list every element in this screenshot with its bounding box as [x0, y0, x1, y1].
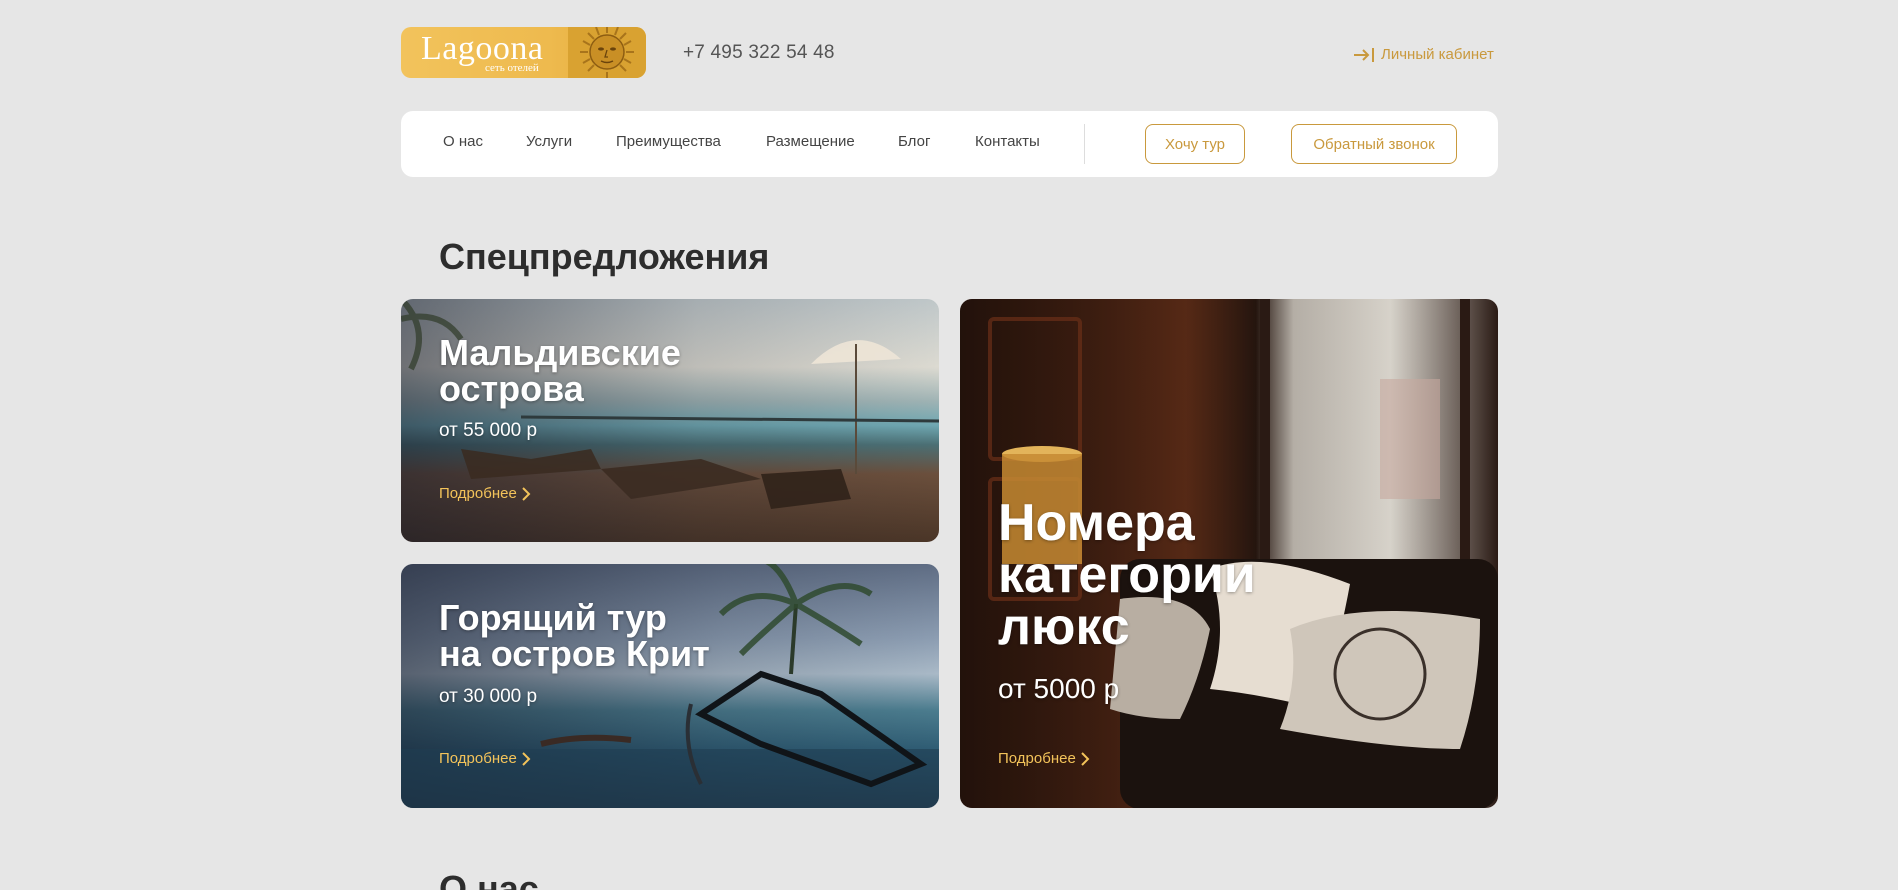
nav-item-contacts[interactable]: Контакты: [975, 133, 1040, 150]
offer-title-line2: категории: [998, 546, 1256, 604]
offer-price: от 30 000 р: [439, 686, 538, 707]
logo[interactable]: Lagoona сеть отелей: [401, 27, 646, 78]
special-offers-title: Спецпредложения: [439, 236, 770, 277]
about-title: О нас: [439, 868, 539, 890]
more-label: Подробнее: [439, 750, 517, 767]
want-tour-button[interactable]: Хочу тур: [1145, 124, 1245, 164]
offer-title-line1: Номера: [998, 494, 1195, 552]
more-label: Подробнее: [998, 750, 1076, 767]
offer-title-line1: Горящий тур: [439, 597, 667, 638]
nav-divider: [1084, 124, 1085, 164]
chevron-right-icon: [522, 751, 531, 766]
nav-item-accommodation[interactable]: Размещение: [766, 133, 855, 150]
sun-logo-icon: [568, 27, 646, 78]
offer-price: от 5000 р: [998, 673, 1120, 704]
offer-title-line2: на остров Крит: [439, 633, 710, 674]
offer-title-line2: острова: [439, 368, 584, 409]
offer-card-crete[interactable]: Горящий тур на остров Крит от 30 000 р П…: [401, 564, 939, 808]
personal-cabinet-label: Личный кабинет: [1381, 46, 1494, 63]
chevron-right-icon: [522, 486, 531, 501]
offer-card-maldives[interactable]: Мальдивские острова от 55 000 р Подробне…: [401, 299, 939, 542]
offer-price: от 55 000 р: [439, 420, 538, 441]
nav-item-services[interactable]: Услуги: [526, 133, 572, 150]
logo-tagline: сеть отелей: [485, 62, 539, 74]
more-link[interactable]: Подробнее: [439, 485, 531, 502]
nav-item-advantages[interactable]: Преимущества: [616, 133, 721, 150]
offer-title-line1: Мальдивские: [439, 332, 681, 373]
more-link[interactable]: Подробнее: [439, 750, 531, 767]
nav-item-about[interactable]: О нас: [443, 133, 483, 150]
callback-button[interactable]: Обратный звонок: [1291, 124, 1457, 164]
offer-title-line3: люкс: [998, 598, 1130, 656]
personal-cabinet-link[interactable]: Личный кабинет: [1353, 46, 1494, 63]
nav-item-blog[interactable]: Блог: [898, 133, 930, 150]
chevron-right-icon: [1081, 751, 1090, 766]
phone-number[interactable]: +7 495 322 54 48: [683, 42, 835, 64]
login-arrow-icon: [1354, 47, 1374, 62]
main-navigation: О нас Услуги Преимущества Размещение Бло…: [401, 111, 1498, 177]
offer-card-luxury-rooms[interactable]: Номера категории люкс от 5000 р Подробне…: [960, 299, 1498, 808]
more-label: Подробнее: [439, 485, 517, 502]
more-link[interactable]: Подробнее: [998, 750, 1090, 767]
